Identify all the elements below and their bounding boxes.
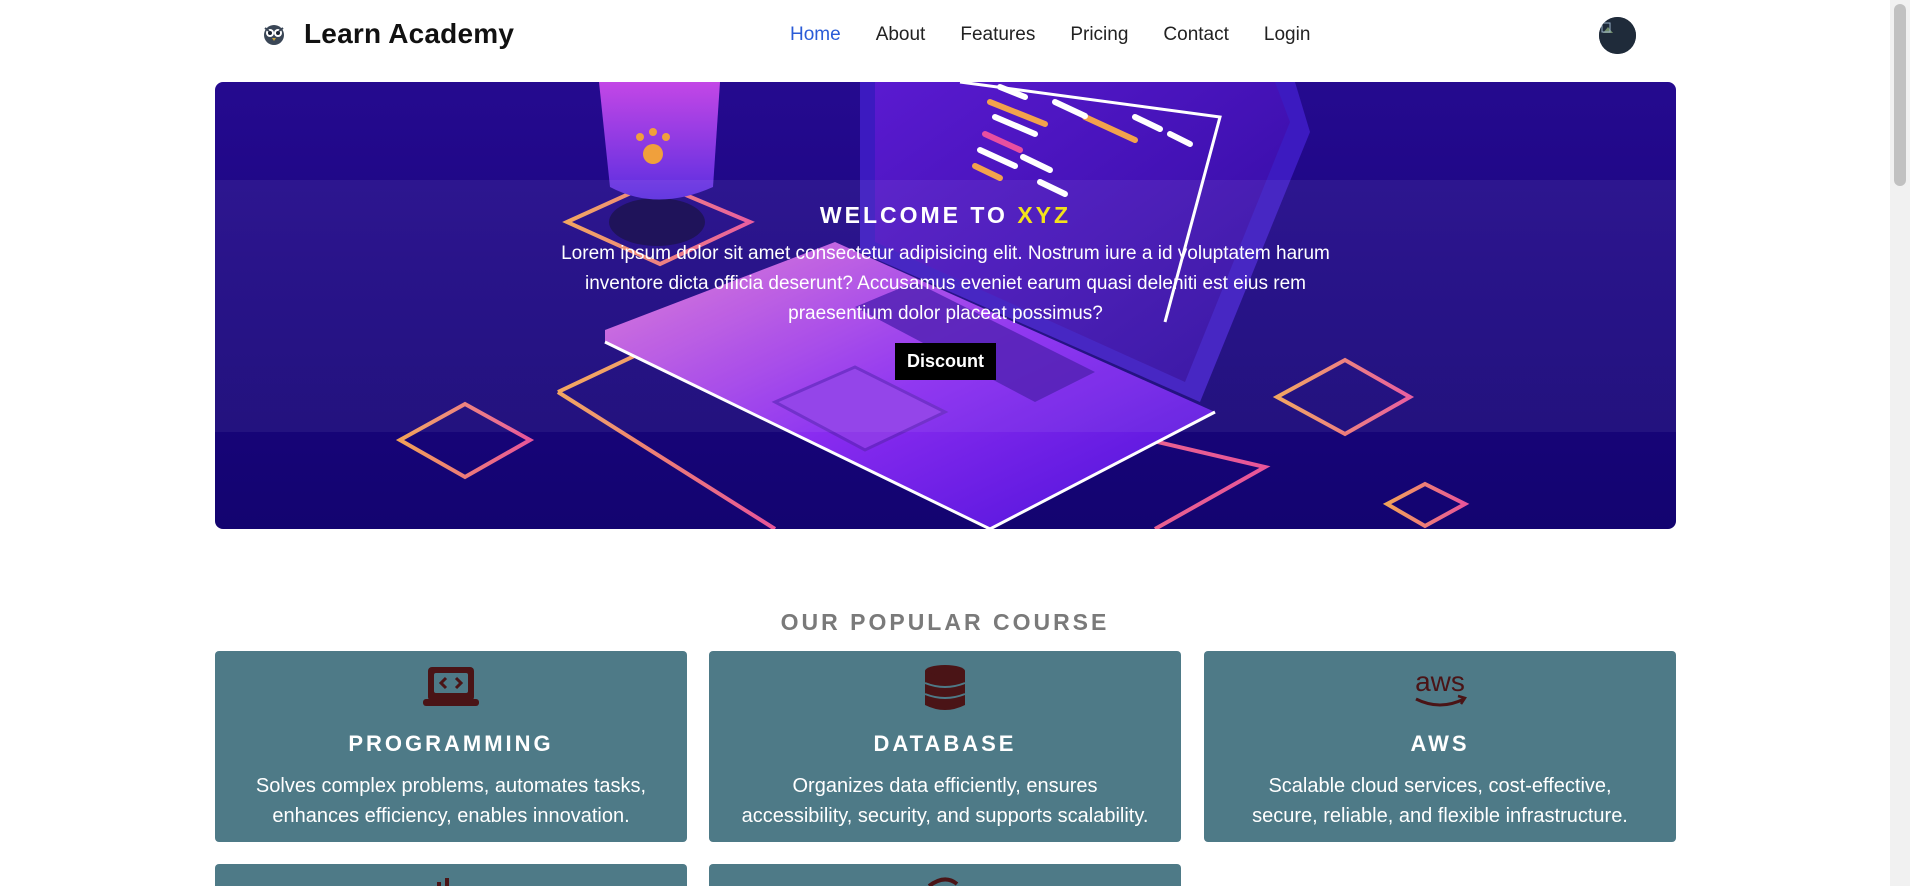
scrollbar-thumb[interactable] <box>1894 4 1906 186</box>
brand-name: Learn Academy <box>304 18 515 49</box>
course-card-title: AWS <box>1410 731 1470 756</box>
nav-link-about[interactable]: About <box>876 24 926 46</box>
nav-link-login[interactable]: Login <box>1264 24 1311 46</box>
course-card-description: Scalable cloud services, cost-effective,… <box>1252 775 1628 827</box>
owl-logo-icon <box>264 25 284 45</box>
nav-link-home[interactable]: Home <box>790 24 841 46</box>
hero-description: Lorem ipsum dolor sit amet consectetur a… <box>561 243 1330 324</box>
course-card-partial[interactable] <box>709 864 1181 886</box>
hero-title: WELCOME TO XYZ <box>215 202 1676 229</box>
nav-link-contact[interactable]: Contact <box>1163 24 1228 46</box>
hero-title-highlight: XYZ <box>1017 202 1072 228</box>
brand[interactable]: Learn Academy <box>260 18 514 50</box>
hero-content: WELCOME TO XYZ Lorem ipsum dolor sit ame… <box>215 202 1676 380</box>
page-scrollbar[interactable] <box>1890 0 1910 886</box>
aws-icon: aws <box>1415 666 1467 707</box>
course-card-description: Organizes data efficiently, ensures acce… <box>741 775 1149 827</box>
avatar[interactable] <box>1599 17 1636 54</box>
course-card-title: PROGRAMMING <box>348 731 554 756</box>
course-card-partial[interactable] <box>215 864 687 886</box>
hero-title-prefix: WELCOME TO <box>819 202 1008 228</box>
section-title: OUR POPULAR COURSE <box>780 609 1110 635</box>
avatar-image-icon <box>1599 17 1636 54</box>
partial-card-icon <box>437 878 449 886</box>
hero-banner: WELCOME TO XYZ Lorem ipsum dolor sit ame… <box>215 82 1676 529</box>
discount-button[interactable]: Discount <box>894 343 996 380</box>
laptop-code-icon <box>423 667 479 706</box>
partial-card-icon <box>927 877 959 886</box>
course-card-aws[interactable]: aws AWS Scalable cloud services, cost-ef… <box>1204 651 1676 842</box>
course-card-programming[interactable]: PROGRAMMING Solves complex problems, aut… <box>215 651 687 842</box>
svg-text:aws: aws <box>1415 666 1465 697</box>
navbar: Learn Academy Home About Features Pricin… <box>0 0 1890 70</box>
main-nav: Home About Features Pricing Contact Logi… <box>790 24 1310 46</box>
nav-link-pricing[interactable]: Pricing <box>1070 24 1128 46</box>
nav-link-features[interactable]: Features <box>960 24 1035 46</box>
course-card-description: Solves complex problems, automates tasks… <box>255 775 647 827</box>
database-icon <box>924 665 966 710</box>
course-card-database[interactable]: DATABASE Organizes data efficiently, ens… <box>709 651 1181 842</box>
course-card-title: DATABASE <box>873 731 1017 756</box>
